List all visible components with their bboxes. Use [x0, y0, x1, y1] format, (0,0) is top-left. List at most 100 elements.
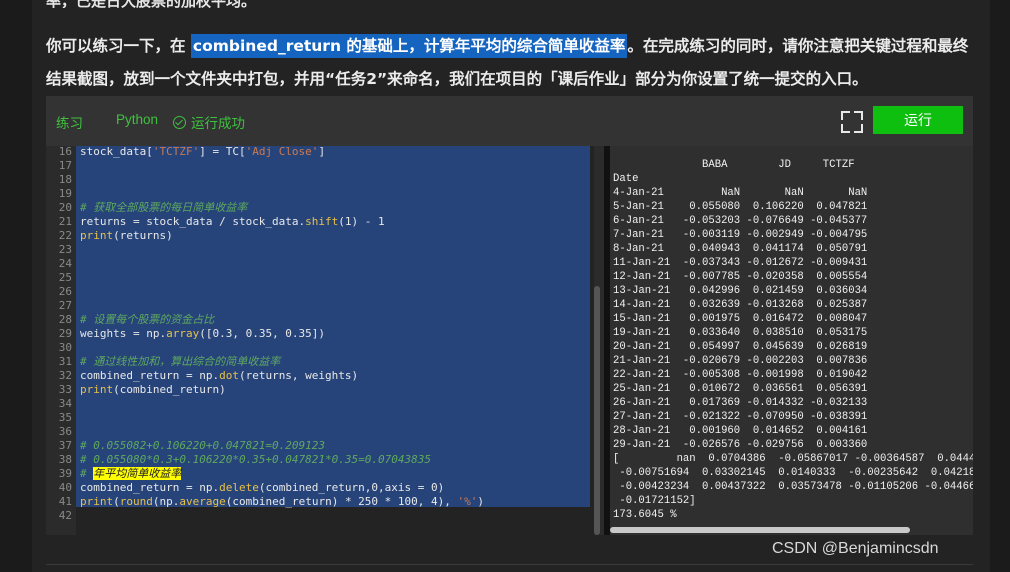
fullscreen-icon[interactable]: [841, 111, 863, 133]
line-number: 41: [58, 495, 72, 508]
run-status-text: 运行成功: [191, 116, 245, 131]
code-line[interactable]: 21 returns = stock_data / stock_data.shif…: [46, 215, 598, 229]
code-line[interactable]: 25: [46, 271, 598, 285]
code-line[interactable]: 38 # 0.055080*0.3+0.106220*0.35+0.047821*…: [46, 453, 598, 467]
line-number: 29: [58, 327, 72, 340]
code-token: dot: [219, 369, 239, 382]
code-line[interactable]: 24: [46, 257, 598, 271]
line-number: 36: [58, 425, 72, 438]
code-line[interactable]: 29 weights = np.array([0.3, 0.35, 0.35]): [46, 327, 598, 341]
code-line[interactable]: 41 print(round(np.average(combined_return…: [46, 495, 598, 509]
code-text: # 设置每个股票的资金占比: [80, 313, 214, 327]
code-token: (1) - 1: [338, 215, 385, 228]
code-line[interactable]: 23: [46, 243, 598, 257]
code-text: print(returns): [80, 229, 173, 243]
tab-language[interactable]: Python: [116, 112, 158, 127]
code-line[interactable]: 28 # 设置每个股票的资金占比: [46, 313, 598, 327]
previous-paragraph-fragment: 率，已是日大股票的加权平均。: [46, 0, 986, 8]
code-text: combined_return = np.delete(combined_ret…: [80, 481, 444, 495]
divider-line: [46, 564, 973, 565]
code-text: combined_return = np.dot(returns, weight…: [80, 369, 358, 383]
code-token: print: [80, 229, 114, 242]
code-token: # 设置每个股票的资金占比: [80, 313, 215, 326]
line-number: 25: [58, 271, 72, 284]
watermark: CSDN @Benjamincsdn: [772, 540, 939, 557]
tab-practice[interactable]: 练习: [56, 112, 83, 132]
line-number: 34: [58, 397, 72, 410]
line-number: 22: [58, 229, 72, 242]
run-button[interactable]: 运行: [873, 106, 963, 134]
code-line[interactable]: 37 # 0.055082+0.106220+0.047821=0.209123: [46, 439, 598, 453]
code-token: ([0.3, 0.35, 0.35]): [199, 327, 326, 340]
code-line[interactable]: 19: [46, 187, 598, 201]
code-token: ]: [318, 146, 326, 158]
code-runner-widget: 练习 Python 运行成功 运行 16 stock_data['TCTZF'] …: [46, 96, 973, 535]
code-token: round: [119, 495, 153, 508]
code-text: print(combined_return): [80, 383, 226, 397]
line-number: 26: [58, 285, 72, 298]
code-line[interactable]: 33 print(combined_return): [46, 383, 598, 397]
output-panel: BABA JD TCTZF Date 4-Jan-21 NaN NaN NaN …: [610, 146, 973, 535]
code-text: returns = stock_data / stock_data.shift(…: [80, 215, 385, 229]
code-token: (: [113, 495, 120, 508]
line-number: 35: [58, 411, 72, 424]
code-text: # 通过线性加和，算出综合的简单收益率: [80, 355, 280, 369]
code-token: ] = TC[: [199, 146, 246, 158]
code-token: (combined_return): [113, 383, 226, 396]
code-text: # 0.055080*0.3+0.106220*0.35+0.047821*0.…: [80, 453, 431, 467]
code-token: (combined_return,0,axis = 0): [258, 481, 445, 494]
code-line[interactable]: 39 # 年平均简单收益率: [46, 467, 598, 481]
code-line[interactable]: 42: [46, 509, 598, 523]
code-token: # 0.055082+0.106220+0.047821=0.209123: [80, 439, 326, 452]
line-number: 24: [58, 257, 72, 270]
code-line[interactable]: 17: [46, 159, 598, 173]
code-line[interactable]: 18: [46, 173, 598, 187]
code-line[interactable]: 36: [46, 425, 598, 439]
line-number: 30: [58, 341, 72, 354]
code-line[interactable]: 20 # 获取全部股票的每日简单收益率: [46, 201, 598, 215]
code-token: combined_return = np.: [80, 369, 220, 382]
code-line[interactable]: 30: [46, 341, 598, 355]
code-token: print: [80, 383, 114, 396]
code-token: # 0.055080*0.3+0.106220*0.35+0.047821*0.…: [80, 453, 431, 466]
code-token: 'TCTZF': [152, 146, 200, 158]
line-number: 37: [58, 439, 72, 452]
code-line[interactable]: 32 combined_return = np.dot(returns, weig…: [46, 369, 598, 383]
code-text: print(round(np.average(combined_return) …: [80, 495, 484, 509]
line-number: 39: [58, 467, 72, 480]
code-line[interactable]: 40 combined_return = np.delete(combined_r…: [46, 481, 598, 495]
code-token: shift: [305, 215, 339, 228]
selected-text-highlight: combined_return 的基础上，计算年平均的综合简单收益率: [190, 34, 628, 58]
code-text: # 0.055082+0.106220+0.047821=0.209123: [80, 439, 325, 453]
code-token: '%': [457, 495, 478, 508]
code-line[interactable]: 31 # 通过线性加和，算出综合的简单收益率: [46, 355, 598, 369]
code-token: (returns, weights): [238, 369, 359, 382]
line-number: 19: [58, 187, 72, 200]
code-runner-toolbar: 练习 Python 运行成功 运行: [46, 96, 973, 146]
code-token: #: [80, 467, 94, 480]
line-number: 28: [58, 313, 72, 326]
editor-scrollbar-thumb[interactable]: [594, 286, 600, 535]
code-line[interactable]: 26: [46, 285, 598, 299]
line-number: 16: [58, 146, 72, 158]
line-number: 32: [58, 369, 72, 382]
code-token: weights = np.: [80, 327, 167, 340]
exercise-paragraph: 你可以练习一下，在 combined_return 的基础上，计算年平均的综合简…: [46, 30, 971, 96]
line-number: 23: [58, 243, 72, 256]
code-editor[interactable]: 16 stock_data['TCTZF'] = TC['Adj Close'] 1…: [46, 146, 598, 535]
code-line[interactable]: 22 print(returns): [46, 229, 598, 243]
code-text: # 年平均简单收益率: [80, 467, 182, 481]
output-horizontal-scrollbar[interactable]: [610, 527, 910, 533]
code-line[interactable]: 27: [46, 299, 598, 313]
line-number: 33: [58, 383, 72, 396]
line-number: 38: [58, 453, 72, 466]
code-line[interactable]: 35: [46, 411, 598, 425]
code-line[interactable]: 16 stock_data['TCTZF'] = TC['Adj Close']: [46, 146, 598, 159]
line-number: 17: [58, 159, 72, 172]
console-output: BABA JD TCTZF Date 4-Jan-21 NaN NaN NaN …: [613, 159, 973, 521]
code-token: print: [80, 495, 114, 508]
code-text: weights = np.array([0.3, 0.35, 0.35]): [80, 327, 325, 341]
code-token: # 通过线性加和，算出综合的简单收益率: [80, 355, 281, 368]
line-number: 18: [58, 173, 72, 186]
code-line[interactable]: 34: [46, 397, 598, 411]
